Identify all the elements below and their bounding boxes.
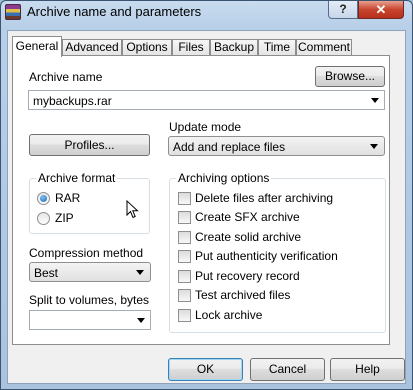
rar-radio-label[interactable]: RAR <box>55 191 80 205</box>
archiving-options-group: Archiving options Delete files after arc… <box>169 171 386 333</box>
archive-name-value: mybackups.rar <box>33 94 112 108</box>
update-mode-value: Add and replace files <box>173 140 286 154</box>
window-title: Archive name and parameters <box>27 4 202 19</box>
lock-archive-label[interactable]: Lock archive <box>195 308 262 322</box>
tab-comment[interactable]: Comment <box>296 39 352 56</box>
ok-button[interactable]: OK <box>168 358 243 381</box>
help-button[interactable]: Help <box>330 358 405 381</box>
split-volumes-label: Split to volumes, bytes <box>29 293 150 307</box>
title-help-button[interactable]: ? <box>328 1 358 19</box>
create-solid-checkbox[interactable] <box>178 231 191 244</box>
lock-archive-checkbox[interactable] <box>178 309 191 322</box>
winrar-icon <box>5 4 21 20</box>
zip-radio-label[interactable]: ZIP <box>55 211 74 225</box>
archive-format-title: Archive format <box>36 171 118 185</box>
split-volumes-combo[interactable] <box>29 310 151 330</box>
tab-options[interactable]: Options <box>122 39 172 56</box>
browse-button[interactable]: Browse... <box>315 66 385 87</box>
test-archived-checkbox[interactable] <box>178 289 191 302</box>
create-sfx-checkbox[interactable] <box>178 211 191 224</box>
title-bar[interactable]: Archive name and parameters ? ✕ <box>1 1 412 25</box>
tab-general[interactable]: General <box>12 36 62 57</box>
compression-method-select[interactable]: Best <box>29 262 151 282</box>
update-mode-label: Update mode <box>169 120 242 134</box>
general-panel: Archive name Browse... mybackups.rar Pro… <box>12 55 390 345</box>
archive-name-label: Archive name <box>29 70 103 84</box>
create-solid-label[interactable]: Create solid archive <box>195 230 301 244</box>
chevron-down-icon <box>371 98 379 103</box>
recovery-record-label[interactable]: Put recovery record <box>195 269 300 283</box>
dialog-window: Archive name and parameters ? ✕ General … <box>0 0 413 390</box>
close-button[interactable]: ✕ <box>358 1 404 19</box>
compression-method-value: Best <box>34 266 59 280</box>
archiving-options-title: Archiving options <box>176 171 272 185</box>
cancel-button[interactable]: Cancel <box>250 358 325 381</box>
authenticity-verification-label[interactable]: Put authenticity verification <box>195 249 338 263</box>
create-sfx-label[interactable]: Create SFX archive <box>195 210 300 224</box>
chevron-down-icon <box>136 270 144 275</box>
tab-files[interactable]: Files <box>172 39 210 56</box>
authenticity-verification-checkbox[interactable] <box>178 250 191 263</box>
tab-advanced[interactable]: Advanced <box>62 39 122 56</box>
tab-time[interactable]: Time <box>258 39 296 56</box>
delete-files-checkbox[interactable] <box>178 192 191 205</box>
tab-backup[interactable]: Backup <box>210 39 258 56</box>
rar-radio[interactable] <box>37 192 50 205</box>
zip-radio[interactable] <box>37 212 50 225</box>
recovery-record-checkbox[interactable] <box>178 270 191 283</box>
chevron-down-icon <box>370 144 378 149</box>
compression-method-label: Compression method <box>29 246 144 260</box>
dialog-client: General Advanced Options Files Backup Ti… <box>7 30 406 384</box>
archive-name-combo[interactable]: mybackups.rar <box>28 90 385 110</box>
test-archived-label[interactable]: Test archived files <box>195 288 290 302</box>
delete-files-label[interactable]: Delete files after archiving <box>195 191 333 205</box>
profiles-button[interactable]: Profiles... <box>29 134 150 156</box>
mouse-pointer-icon <box>126 200 139 219</box>
update-mode-select[interactable]: Add and replace files <box>168 136 385 156</box>
chevron-down-icon <box>137 318 145 323</box>
